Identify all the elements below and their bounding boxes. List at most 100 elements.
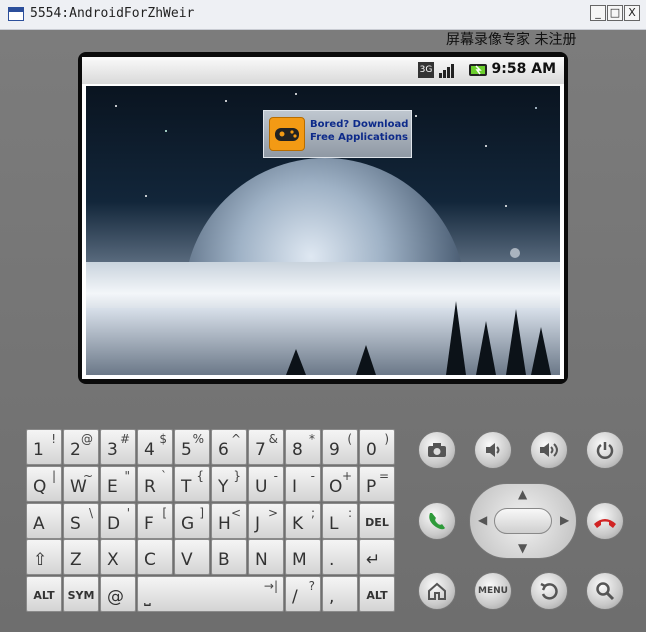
key-label: H <box>218 514 231 534</box>
key-1-6[interactable]: U- <box>248 466 284 502</box>
key-label: DEL <box>365 516 389 529</box>
minimize-button[interactable]: _ <box>590 5 606 21</box>
key-label: C <box>144 550 156 570</box>
power-button[interactable] <box>586 431 624 469</box>
key-label: A <box>33 514 45 534</box>
key-4-0[interactable]: ALT <box>26 576 62 612</box>
key-3-5[interactable]: B <box>211 539 247 575</box>
key-0-2[interactable]: 3 # <box>100 429 136 465</box>
camera-button[interactable] <box>418 431 456 469</box>
end-call-button[interactable] <box>586 502 624 540</box>
key-sublabel: \ <box>88 506 93 520</box>
key-label: @ <box>107 587 124 607</box>
volume-down-button[interactable] <box>474 431 512 469</box>
key-2-8[interactable]: L: <box>322 503 358 539</box>
key-1-9[interactable]: P = <box>359 466 395 502</box>
key-label: Q <box>33 477 47 497</box>
volume-up-button[interactable] <box>530 431 568 469</box>
ad-line1: Bored? Download <box>310 119 409 130</box>
key-1-3[interactable]: R ` <box>137 466 173 502</box>
key-2-9[interactable]: DEL <box>359 503 395 539</box>
key-0-8[interactable]: 9( <box>322 429 358 465</box>
call-button[interactable] <box>418 502 456 540</box>
key-label: 4 <box>144 440 155 460</box>
key-2-1[interactable]: S \ <box>63 503 99 539</box>
status-bar[interactable]: 3G 9:58 AM <box>82 57 564 84</box>
key-label: B <box>218 550 230 570</box>
key-3-2[interactable]: X <box>100 539 136 575</box>
maximize-button[interactable]: □ <box>607 5 623 21</box>
key-1-8[interactable]: O + <box>322 466 358 502</box>
mountain-graphic <box>86 301 560 375</box>
key-1-4[interactable]: T{ <box>174 466 210 502</box>
key-2-0[interactable]: A <box>26 503 62 539</box>
dpad-down-icon[interactable]: ▼ <box>518 541 527 555</box>
key-2-2[interactable]: D ' <box>100 503 136 539</box>
camera-icon <box>428 443 446 457</box>
key-2-3[interactable]: F[ <box>137 503 173 539</box>
key-label: SYM <box>67 589 95 602</box>
key-1-1[interactable]: W ~ <box>63 466 99 502</box>
key-4-3[interactable]: ⎵ →| <box>137 576 284 612</box>
key-2-5[interactable]: H < <box>211 503 247 539</box>
key-4-5[interactable]: , <box>322 576 358 612</box>
key-4-1[interactable]: SYM <box>63 576 99 612</box>
key-3-9[interactable]: ↵ <box>359 539 395 575</box>
dpad-center-button[interactable] <box>494 508 552 534</box>
key-sublabel: } <box>233 469 241 483</box>
status-time: 9:58 AM <box>491 61 556 77</box>
battery-icon <box>468 62 490 78</box>
dpad-left-icon[interactable]: ◀ <box>478 513 487 527</box>
key-sublabel: : <box>347 506 352 520</box>
search-button[interactable] <box>586 572 624 610</box>
key-3-7[interactable]: M <box>285 539 321 575</box>
key-sublabel: @ <box>81 432 93 446</box>
home-button[interactable] <box>418 572 456 610</box>
tree-graphic <box>446 301 466 375</box>
key-sublabel: →| <box>263 579 278 593</box>
back-arrow-icon <box>540 582 558 600</box>
key-3-1[interactable]: Z <box>63 539 99 575</box>
key-3-3[interactable]: C <box>137 539 173 575</box>
key-3-4[interactable]: V <box>174 539 210 575</box>
key-sublabel: ~ <box>82 469 93 483</box>
key-sublabel: - <box>310 469 315 483</box>
key-1-5[interactable]: Y} <box>211 466 247 502</box>
key-label: ALT <box>366 589 388 602</box>
key-label: 7 <box>255 440 266 460</box>
key-0-9[interactable]: 0) <box>359 429 395 465</box>
key-4-4[interactable]: /? <box>285 576 321 612</box>
menu-button[interactable]: MENU <box>474 572 512 610</box>
ad-widget[interactable]: Bored? Download Free Applications <box>263 110 412 158</box>
close-button[interactable]: X <box>624 5 640 21</box>
key-0-7[interactable]: 8 * <box>285 429 321 465</box>
key-0-0[interactable]: 1! <box>26 429 62 465</box>
dpad-up-icon[interactable]: ▲ <box>518 487 527 501</box>
key-1-2[interactable]: E " <box>100 466 136 502</box>
key-sublabel: # <box>119 432 130 446</box>
key-0-1[interactable]: 2 @ <box>63 429 99 465</box>
key-3-6[interactable]: N <box>248 539 284 575</box>
key-4-6[interactable]: ALT <box>359 576 395 612</box>
key-4-2[interactable]: @ <box>100 576 136 612</box>
phone-icon <box>429 513 445 530</box>
key-label: T <box>181 477 192 497</box>
signal-icon <box>438 62 458 78</box>
power-icon <box>596 442 614 459</box>
key-1-7[interactable]: I- <box>285 466 321 502</box>
key-0-5[interactable]: 6 ^ <box>211 429 247 465</box>
key-2-6[interactable]: J > <box>248 503 284 539</box>
key-label: ↵ <box>366 550 381 570</box>
key-3-0[interactable]: ⇧ <box>26 539 62 575</box>
key-2-4[interactable]: G] <box>174 503 210 539</box>
key-1-0[interactable]: Q | <box>26 466 62 502</box>
key-sublabel: & <box>268 432 278 446</box>
key-0-4[interactable]: 5% <box>174 429 210 465</box>
key-0-3[interactable]: 4 $ <box>137 429 173 465</box>
dpad[interactable]: ▲ ▼ ◀ ▶ <box>469 483 577 559</box>
key-0-6[interactable]: 7 & <box>248 429 284 465</box>
key-3-8[interactable]: . <box>322 539 358 575</box>
key-2-7[interactable]: K; <box>285 503 321 539</box>
dpad-right-icon[interactable]: ▶ <box>560 513 569 527</box>
back-button[interactable] <box>530 572 568 610</box>
